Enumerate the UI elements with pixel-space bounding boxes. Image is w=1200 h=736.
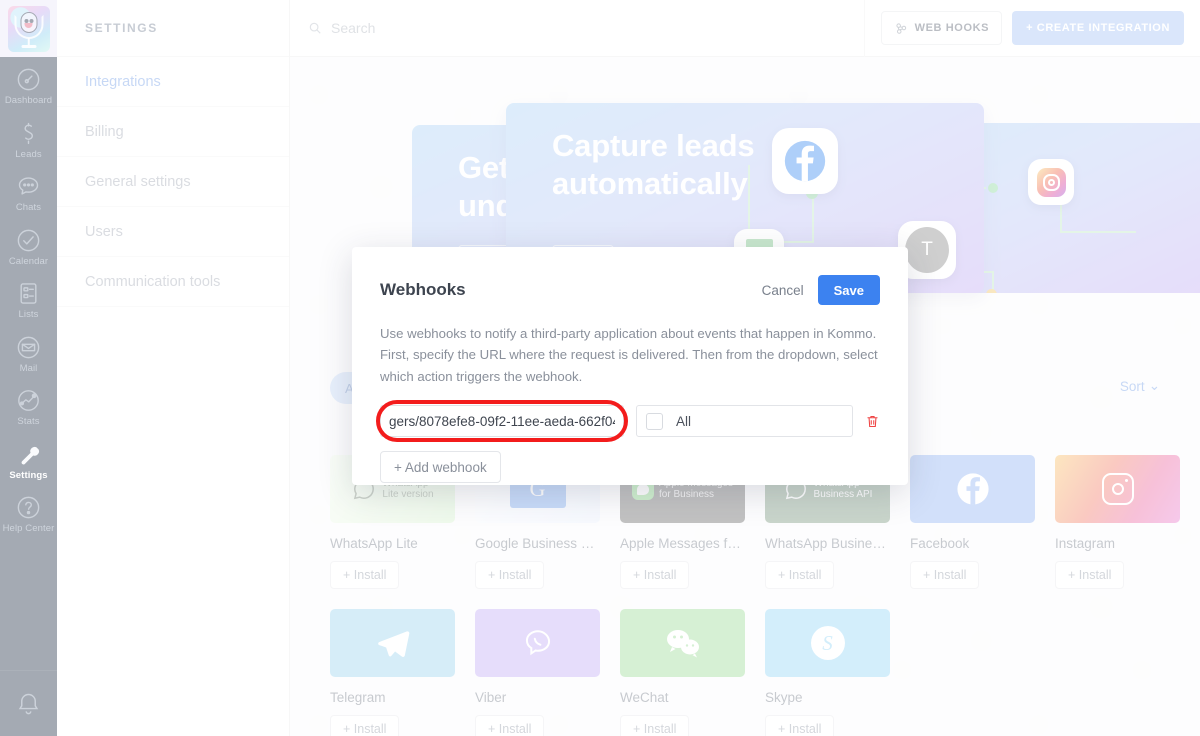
webhooks-modal-header: Webhooks Cancel Save	[380, 275, 880, 305]
webhooks-modal-description: Use webhooks to notify a third-party app…	[380, 326, 878, 384]
app-root: DashboardLeadsChatsCalendarListsMailStat…	[0, 0, 1200, 736]
webhooks-modal-title: Webhooks	[380, 280, 466, 299]
webhook-entry-row: All	[376, 400, 880, 443]
trash-icon	[867, 415, 878, 427]
delete-webhook-button[interactable]	[865, 413, 880, 430]
webhooks-modal-actions: Cancel Save	[762, 275, 880, 305]
add-webhook-button[interactable]: + Add webhook	[380, 451, 501, 484]
webhook-url-input[interactable]	[380, 405, 624, 438]
cancel-button[interactable]: Cancel	[762, 283, 804, 298]
webhook-action-label: All	[676, 413, 692, 429]
webhook-action-checkbox[interactable]	[646, 412, 663, 430]
webhooks-modal: Webhooks Cancel Save Use webhooks to not…	[352, 247, 908, 485]
webhook-url-field-wrapper	[376, 400, 628, 443]
save-button[interactable]: Save	[817, 275, 880, 305]
webhook-action-select[interactable]: All	[636, 405, 853, 438]
